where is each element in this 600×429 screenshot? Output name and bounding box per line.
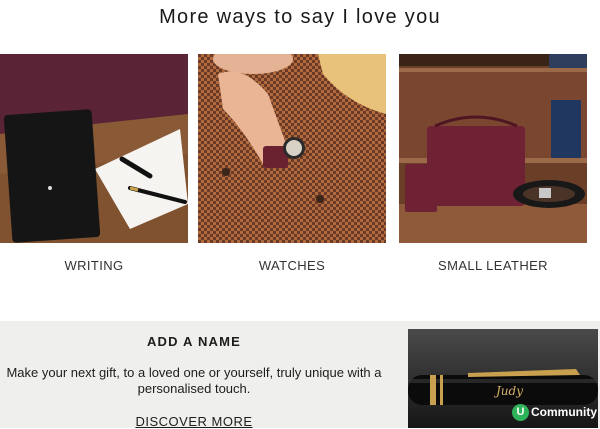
- small-leather-category-image[interactable]: [399, 54, 587, 243]
- writing-category-image[interactable]: [0, 54, 188, 243]
- community-badge[interactable]: U Community: [512, 403, 597, 421]
- section-headline: More ways to say I love you: [159, 6, 441, 28]
- promo-description: Make your next gift, to a loved one or y…: [6, 365, 382, 396]
- discover-more-link-wrapper: DISCOVER MORE: [0, 414, 388, 429]
- small-leather-category-label[interactable]: SMALL LEATHER: [399, 258, 587, 273]
- writing-category-label[interactable]: WRITING: [0, 258, 188, 273]
- watches-category-image[interactable]: [198, 54, 386, 243]
- engraving-text: Judy: [493, 384, 523, 398]
- discover-more-link[interactable]: DISCOVER MORE: [135, 414, 252, 429]
- watches-category-label[interactable]: WATCHES: [198, 258, 386, 273]
- community-label: Community: [531, 405, 597, 419]
- community-logo-icon: U: [512, 403, 529, 421]
- promo-title: ADD A NAME: [146, 334, 242, 349]
